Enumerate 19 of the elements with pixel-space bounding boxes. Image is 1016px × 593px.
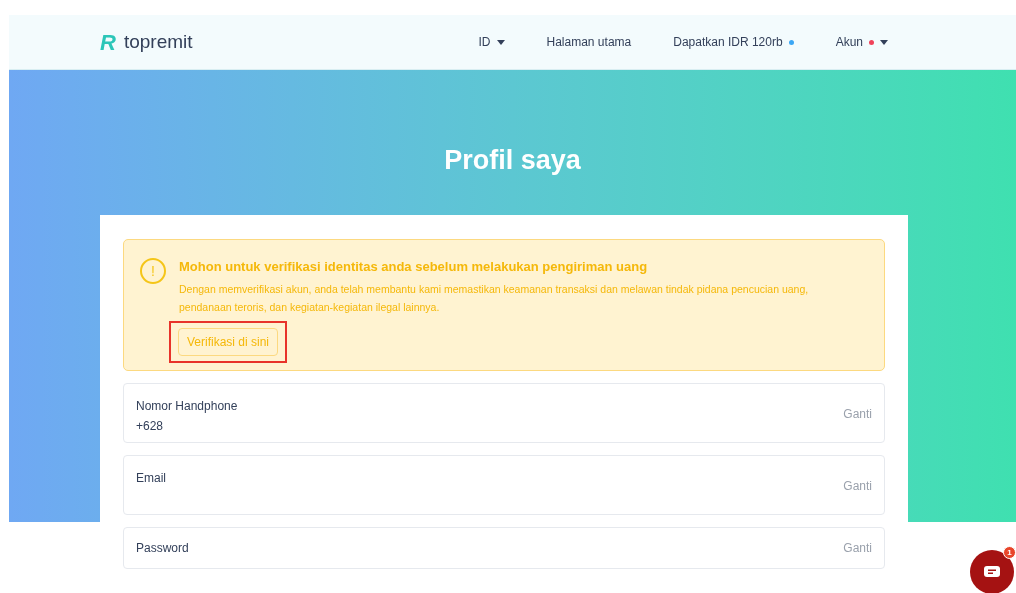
- nav-link[interactable]: Akun: [835, 33, 888, 51]
- nav-link[interactable]: ID: [478, 33, 505, 51]
- warning-icon: !: [140, 258, 166, 284]
- alert-text: Dengan memverifikasi akun, anda telah membantu kami memastikan keamanan transaksi dan melawan tindak pidana pencucian uang, pendanaan teroris, dan kegiatan-kegiatan ilegal lainnya.: [179, 282, 810, 315]
- caret-icon: [880, 39, 888, 45]
- logo-mark: R: [100, 28, 116, 57]
- field-label: Nomor Handphone: [136, 398, 238, 415]
- field-value: +628: [136, 418, 165, 435]
- page-title: Profil saya: [444, 144, 581, 177]
- alert-heading: Mohon untuk verifikasi identitas anda sebelum melakukan pengiriman uang: [179, 258, 649, 276]
- nav-link[interactable]: Dapatkan IDR 120rb: [673, 33, 794, 51]
- logo-text: topremit: [123, 29, 193, 54]
- caret-icon: [496, 39, 505, 45]
- nav-link[interactable]: Halaman utama: [546, 33, 632, 51]
- field-label: Password: [136, 540, 189, 557]
- field-label: Email: [136, 470, 166, 487]
- chat-icon: [984, 565, 1000, 579]
- chat-button[interactable]: [970, 550, 1014, 593]
- notification-badge: 1: [1003, 546, 1016, 559]
